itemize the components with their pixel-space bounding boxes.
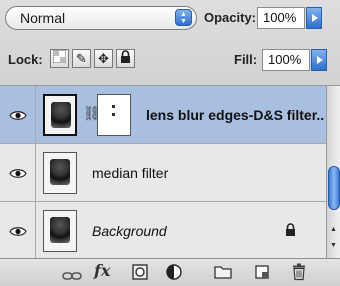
checkerboard-icon (52, 49, 67, 64)
layers-list: ⛓ lens blur edges-D&S filter.. median fi… (0, 86, 326, 258)
layer-thumbnail[interactable] (43, 94, 77, 136)
opacity-label: Opacity: (204, 10, 257, 25)
eye-icon (9, 111, 27, 120)
eye-icon (9, 169, 27, 178)
layer-name[interactable]: Background (92, 223, 167, 239)
lock-label: Lock: (8, 52, 43, 67)
adjustment-layer-icon[interactable] (166, 263, 184, 281)
fill-label: Fill: (234, 52, 258, 67)
lock-icon (286, 223, 295, 236)
layer-row[interactable]: Background (0, 202, 326, 258)
blend-mode-value: Normal (20, 10, 66, 26)
trash-icon[interactable] (292, 263, 306, 281)
lock-position-button[interactable]: ✥ (94, 49, 113, 68)
add-mask-icon[interactable] (132, 263, 148, 281)
layer-name[interactable]: lens blur edges-D&S filter.. (146, 107, 324, 123)
eye-icon (9, 227, 27, 236)
layer-row[interactable]: median filter (0, 144, 326, 202)
blend-mode-select[interactable]: Normal ▲ ▼ (5, 6, 197, 30)
opacity-field[interactable]: 100% (257, 7, 305, 29)
fill-arrow-button[interactable] (311, 49, 327, 71)
link-layers-icon[interactable] (62, 267, 82, 285)
brush-icon: ✎ (76, 51, 87, 66)
scrollbar-thumb[interactable] (328, 166, 340, 210)
blend-mode-stepper-icon[interactable]: ▲ ▼ (175, 9, 192, 26)
lock-pixels-button[interactable]: ✎ (72, 49, 91, 68)
layer-mask-thumbnail[interactable] (97, 94, 131, 136)
lock-icon (121, 50, 130, 63)
scroll-down-icon[interactable]: ▼ (330, 242, 337, 249)
visibility-toggle[interactable] (0, 86, 36, 143)
new-group-folder-icon[interactable] (214, 263, 232, 281)
layers-scrollbar[interactable]: ▲ ▼ (326, 86, 340, 258)
layers-panel-header: Normal ▲ ▼ Opacity: 100% Lock: ✎ ✥ Fill: … (0, 0, 340, 86)
scroll-up-icon[interactable]: ▲ (330, 226, 337, 233)
layer-row[interactable]: ⛓ lens blur edges-D&S filter.. (0, 86, 326, 144)
visibility-toggle[interactable] (0, 144, 36, 201)
opacity-arrow-button[interactable] (306, 7, 322, 29)
new-layer-icon[interactable] (254, 263, 270, 281)
layer-style-fx-icon[interactable]: fx (94, 261, 110, 280)
visibility-toggle[interactable] (0, 202, 36, 258)
layer-thumbnail[interactable] (43, 210, 77, 252)
fill-field[interactable]: 100% (262, 49, 310, 71)
lock-all-button[interactable] (116, 49, 135, 68)
layer-thumbnail[interactable] (43, 152, 77, 194)
lock-transparency-button[interactable] (50, 49, 69, 68)
move-icon: ✥ (98, 51, 109, 66)
layer-name[interactable]: median filter (92, 165, 168, 181)
layers-bottom-toolbar: fx (0, 258, 340, 286)
